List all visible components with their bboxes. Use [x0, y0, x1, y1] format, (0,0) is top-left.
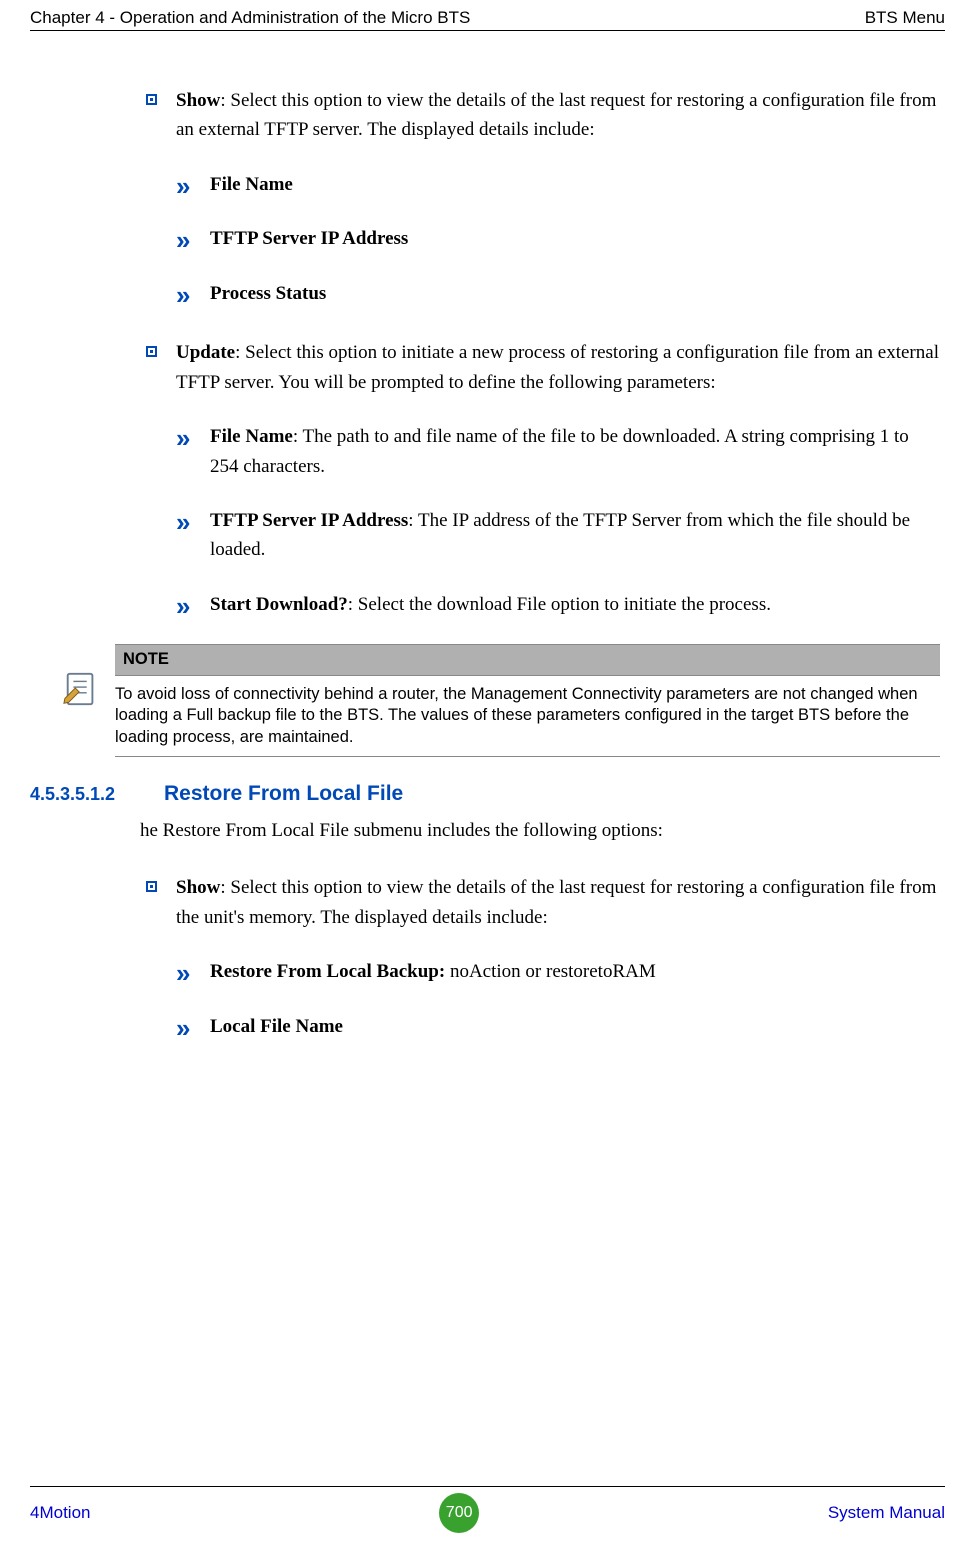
sub-label: Local File Name	[210, 1016, 343, 1037]
item-text: : Select this option to view the details…	[176, 90, 936, 140]
list-item-update: Update: Select this option to initiate a…	[140, 338, 940, 397]
note-label: NOTE	[115, 644, 940, 675]
note-callout: NOTE To avoid loss of connectivity behin…	[62, 644, 940, 757]
sub-item-filename: File Name	[176, 170, 940, 199]
sub-text: : Select the download File option to ini…	[348, 594, 771, 615]
note-body: To avoid loss of connectivity behind a r…	[115, 684, 940, 757]
page-number-badge: 700	[439, 1493, 479, 1533]
footer-left: 4Motion	[30, 1503, 90, 1523]
sub-label: File Name	[210, 426, 293, 447]
sub-item-tftp-ip: TFTP Server IP Address	[176, 224, 940, 253]
main-content: Show: Select this option to view the det…	[140, 86, 945, 1041]
note-icon	[62, 670, 100, 708]
section-intro: he Restore From Local File submenu inclu…	[140, 816, 940, 845]
page-footer: 4Motion 700 System Manual	[30, 1486, 945, 1533]
sub-text: : The path to and file name of the file …	[210, 426, 909, 476]
item-text: : Select this option to initiate a new p…	[176, 342, 939, 392]
sub-label: TFTP Server IP Address	[210, 510, 408, 531]
item-text: : Select this option to view the details…	[176, 877, 936, 927]
page-header: Chapter 4 - Operation and Administration…	[30, 0, 945, 31]
sub-label: Process Status	[210, 283, 326, 304]
sub-label: Restore From Local Backup:	[210, 961, 450, 982]
section-number: 4.5.3.5.1.2	[30, 784, 134, 805]
section-title: Restore From Local File	[164, 782, 403, 806]
sub-item-restore-local-backup: Restore From Local Backup: noAction or r…	[176, 957, 940, 986]
sub-item-filename-desc: File Name: The path to and file name of …	[176, 422, 940, 481]
sub-item-start-download: Start Download?: Select the download Fil…	[176, 590, 940, 619]
item-label: Show	[176, 877, 220, 898]
list-item-show: Show: Select this option to view the det…	[140, 86, 940, 145]
sub-label: File Name	[210, 174, 293, 195]
sub-item-tftp-ip-desc: TFTP Server IP Address: The IP address o…	[176, 506, 940, 565]
sub-text: noAction or restoretoRAM	[450, 961, 656, 982]
sub-label: Start Download?	[210, 594, 348, 615]
sub-item-local-filename: Local File Name	[176, 1012, 940, 1041]
list-item-show-local: Show: Select this option to view the det…	[140, 873, 940, 932]
sub-item-process-status: Process Status	[176, 279, 940, 308]
section-heading: 4.5.3.5.1.2 Restore From Local File	[30, 782, 940, 806]
note-content: NOTE To avoid loss of connectivity behin…	[115, 644, 940, 757]
header-left: Chapter 4 - Operation and Administration…	[30, 8, 470, 28]
footer-right: System Manual	[828, 1503, 945, 1523]
item-label: Show	[176, 90, 220, 111]
item-label: Update	[176, 342, 235, 363]
header-right: BTS Menu	[865, 8, 945, 28]
sub-label: TFTP Server IP Address	[210, 228, 408, 249]
